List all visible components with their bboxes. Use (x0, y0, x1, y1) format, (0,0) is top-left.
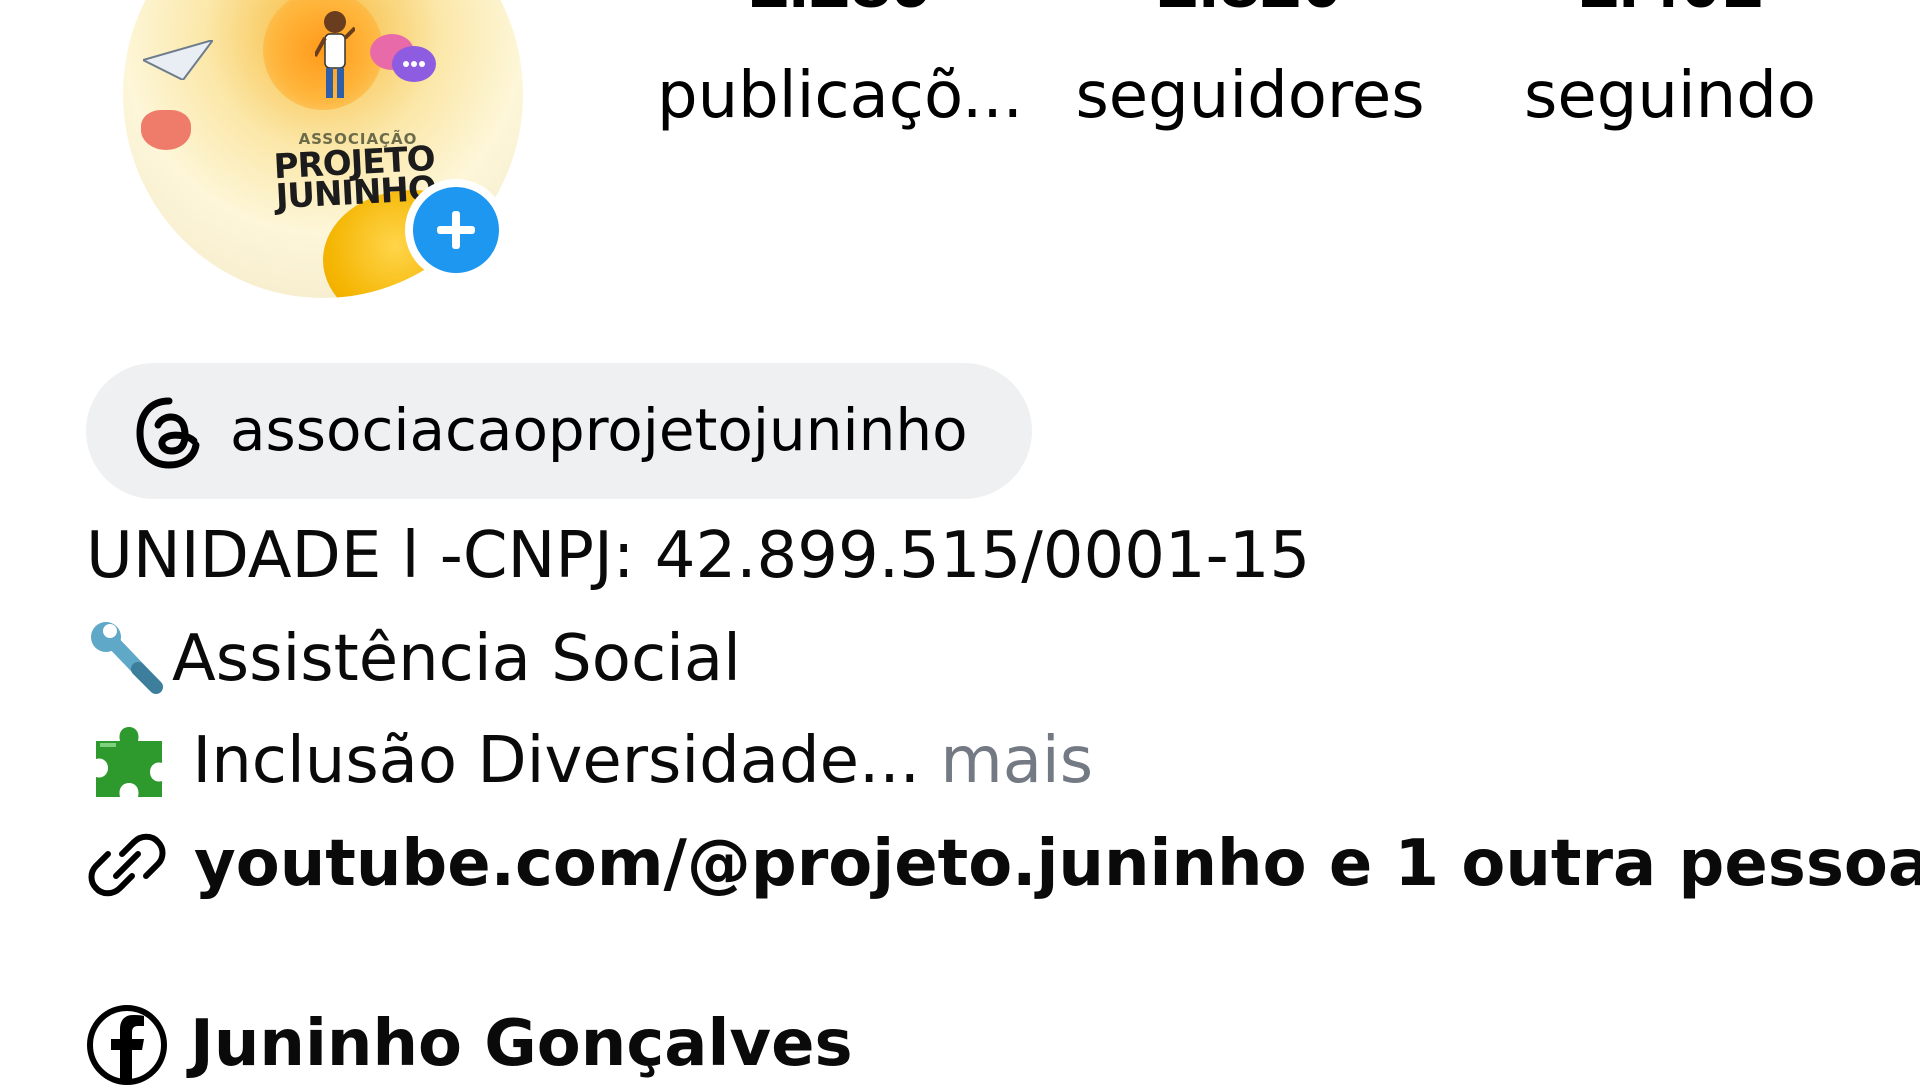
bio-category-line: Assistência Social (86, 619, 741, 699)
link-icon (88, 833, 166, 897)
plus-icon (437, 211, 475, 249)
threads-handle: associacaoprojetojuninho (230, 396, 968, 464)
external-link-text: youtube.com/@projeto.juninho e 1 outra p… (194, 827, 1920, 901)
avatar-paper-plane-decoration (143, 40, 213, 80)
followers-count-label: seguidores (1075, 59, 1425, 133)
bio-cnpj-line: UNIDADE l -CNPJ: 42.899.515/0001-15 (86, 519, 1311, 593)
avatar-boy-illustration (315, 11, 355, 98)
avatar-chat-bubbles-decoration (370, 34, 436, 82)
following-count-label: seguindo (1523, 59, 1817, 133)
bio-more-button[interactable]: mais (920, 724, 1093, 798)
threads-profile-badge[interactable]: associacaoprojetojuninho (86, 363, 1032, 499)
threads-icon (136, 397, 200, 469)
facebook-profile-name: Juninho Gonçalves (190, 1007, 853, 1081)
avatar-heart-decoration (141, 110, 191, 150)
puzzle-piece-emoji-icon (86, 721, 172, 801)
bio-description-text: Inclusão Diversidade... (172, 724, 920, 798)
bio-category-text: Assistência Social (172, 622, 741, 696)
following-count-value: 1.401 (1480, 0, 1860, 19)
bio-description-line: Inclusão Diversidade... mais (86, 721, 1093, 801)
wrench-emoji-icon (86, 619, 172, 699)
facebook-icon (87, 1005, 167, 1085)
followers-count-value: 2.820 (1060, 0, 1440, 19)
add-story-button[interactable] (405, 179, 507, 281)
profile-header: ASSOCIAÇÃO PROJETO JUNINHO 1.289 publica… (0, 0, 1920, 330)
posts-count-label: publicaçõ... (656, 59, 1024, 133)
posts-count-value: 1.289 (640, 0, 1040, 19)
